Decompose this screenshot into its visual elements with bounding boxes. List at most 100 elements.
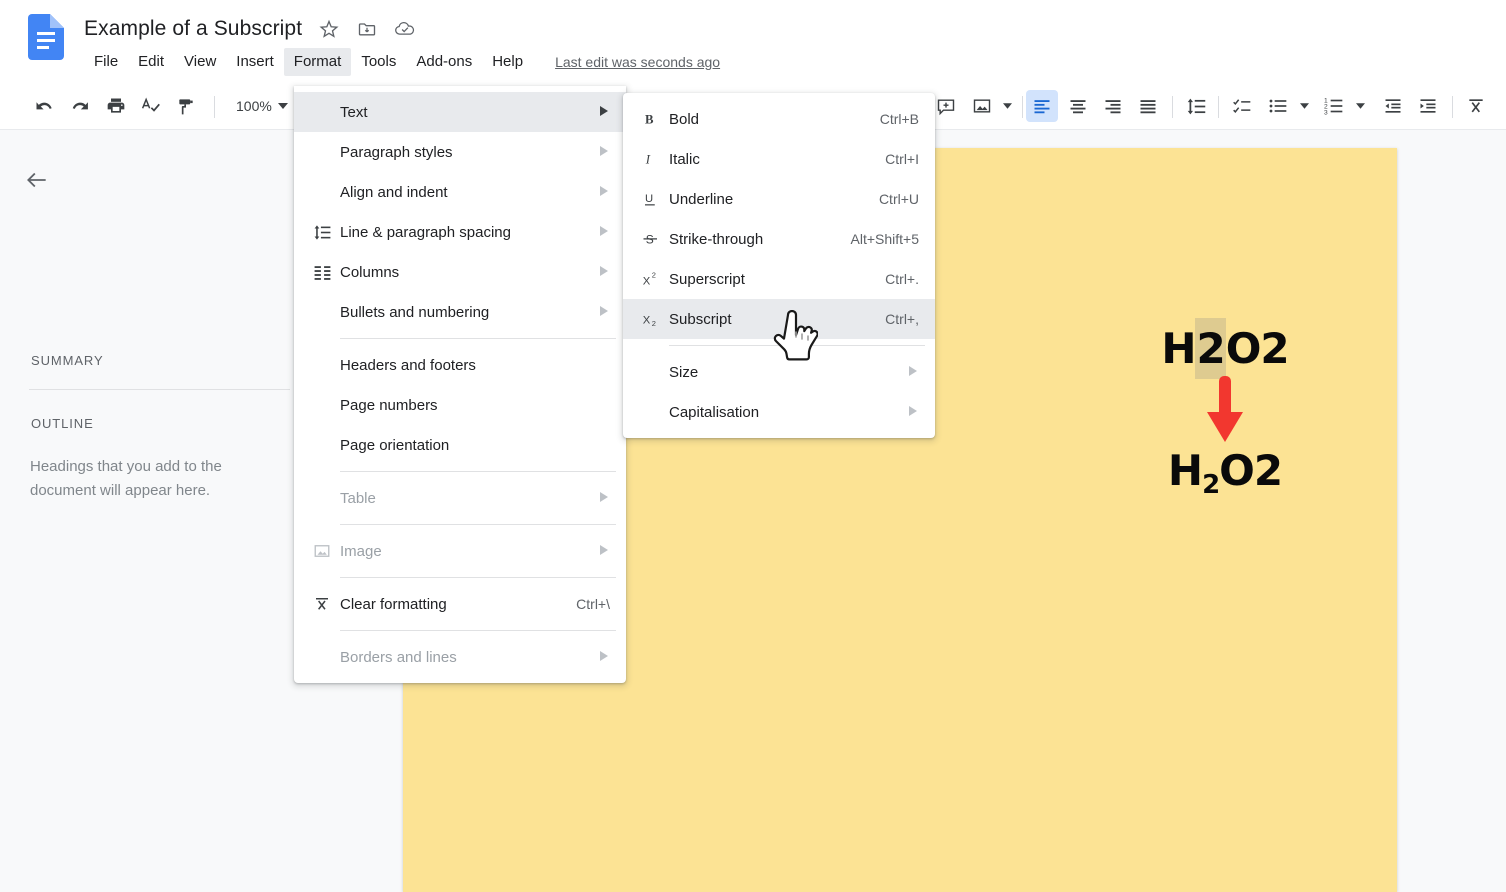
- submenu-arrow-icon: [909, 363, 919, 381]
- chevron-down-icon: [277, 103, 288, 109]
- insert-image-dropdown-icon[interactable]: [998, 90, 1016, 122]
- star-icon[interactable]: [318, 18, 340, 40]
- toolbar-divider-3: [1022, 96, 1023, 118]
- svg-text:X: X: [643, 275, 651, 287]
- menu-tools[interactable]: Tools: [351, 48, 406, 76]
- bulleted-list-icon[interactable]: [1262, 90, 1294, 122]
- text-submenu: B Bold Ctrl+B I Italic Ctrl+I U Underlin…: [623, 93, 935, 438]
- menu-label: Bullets and numbering: [340, 303, 490, 321]
- align-right-icon[interactable]: [1097, 90, 1129, 122]
- insert-image-icon[interactable]: [966, 90, 998, 122]
- format-menu-item-columns[interactable]: Columns: [294, 252, 626, 292]
- menu-help[interactable]: Help: [482, 48, 533, 76]
- text-submenu-item-strike-through[interactable]: S Strike-through Alt+Shift+5: [623, 219, 935, 259]
- text-submenu-item-underline[interactable]: U Underline Ctrl+U: [623, 179, 935, 219]
- last-edit-status[interactable]: Last edit was seconds ago: [555, 54, 720, 70]
- line-spacing-icon[interactable]: [1180, 90, 1212, 122]
- menu-view[interactable]: View: [174, 48, 226, 76]
- formula-after[interactable]: H2O2: [1120, 445, 1330, 511]
- svg-text:3: 3: [1324, 109, 1328, 116]
- menu-format[interactable]: Format: [283, 48, 352, 76]
- checklist-icon[interactable]: [1226, 90, 1258, 122]
- format-menu-item-text[interactable]: Text: [294, 92, 626, 132]
- menu-label: Page numbers: [340, 396, 438, 414]
- menu-label: Clear formatting: [340, 595, 447, 613]
- format-menu-item-page-orientation[interactable]: Page orientation: [294, 425, 626, 465]
- menu-separator: [340, 524, 616, 525]
- format-menu-item-page-numbers[interactable]: Page numbers: [294, 385, 626, 425]
- numbered-list-icon[interactable]: 1 2 3: [1318, 90, 1350, 122]
- format-menu-item-paragraph-styles[interactable]: Paragraph styles: [294, 132, 626, 172]
- align-justify-icon[interactable]: [1132, 90, 1164, 122]
- text-submenu-item-capitalisation[interactable]: Capitalisation: [623, 392, 935, 432]
- formula-before-prefix: H: [1161, 324, 1196, 373]
- clear-formatting-icon: [304, 595, 340, 613]
- spellcheck-icon[interactable]: [134, 90, 166, 122]
- text-submenu-item-italic[interactable]: I Italic Ctrl+I: [623, 139, 935, 179]
- menu-shortcut: Ctrl+I: [885, 151, 919, 167]
- move-to-folder-icon[interactable]: [356, 18, 378, 40]
- format-menu-item-clear-formatting[interactable]: Clear formatting Ctrl+\: [294, 584, 626, 624]
- formula-before-suffix: O2: [1225, 324, 1290, 373]
- menu-label: Headers and footers: [340, 356, 476, 374]
- menu-label: Italic: [669, 150, 700, 168]
- menu-addons[interactable]: Add-ons: [406, 48, 482, 76]
- menu-label: Page orientation: [340, 436, 450, 454]
- text-submenu-item-subscript[interactable]: X 2 Subscript Ctrl+,: [623, 299, 935, 339]
- menu-label: Text: [340, 103, 368, 121]
- undo-icon[interactable]: [28, 90, 60, 122]
- format-menu-item-bullets-and-numbering[interactable]: Bullets and numbering: [294, 292, 626, 332]
- menu-shortcut: Ctrl+.: [885, 271, 919, 287]
- menu-edit[interactable]: Edit: [128, 48, 174, 76]
- menu-separator: [340, 577, 616, 578]
- formula-after-prefix: H: [1167, 446, 1203, 495]
- submenu-arrow-icon: [600, 542, 610, 560]
- menu-shortcut: Ctrl+U: [878, 191, 919, 207]
- menu-separator: [340, 338, 616, 339]
- menu-label: Size: [669, 363, 699, 381]
- page-title[interactable]: Example of a Subscript: [84, 17, 302, 41]
- increase-indent-icon[interactable]: [1412, 90, 1444, 122]
- format-menu-item-headers-and-footers[interactable]: Headers and footers: [294, 345, 626, 385]
- back-arrow-icon[interactable]: [24, 167, 50, 193]
- text-submenu-item-bold[interactable]: B Bold Ctrl+B: [623, 99, 935, 139]
- menu-label: Bold: [669, 110, 700, 128]
- menu-shortcut: Alt+Shift+5: [850, 231, 920, 247]
- formula-after-suffix: O2: [1219, 446, 1283, 495]
- underline-icon: U: [633, 190, 669, 208]
- menu-shortcut: Ctrl+B: [879, 111, 919, 127]
- align-left-icon[interactable]: [1026, 90, 1058, 122]
- text-submenu-item-size[interactable]: Size: [623, 352, 935, 392]
- formula-before[interactable]: H2O2: [1120, 318, 1330, 379]
- toolbar-divider: [214, 96, 215, 118]
- menu-insert[interactable]: Insert: [226, 48, 284, 76]
- paint-format-icon[interactable]: [170, 90, 202, 122]
- zoom-selector[interactable]: 100%: [228, 90, 296, 122]
- docs-file-icon[interactable]: [28, 14, 64, 60]
- menu-label: Image: [340, 542, 382, 560]
- print-icon[interactable]: [100, 90, 132, 122]
- align-center-icon[interactable]: [1062, 90, 1094, 122]
- menu-label: Align and indent: [340, 183, 448, 201]
- menu-shortcut: Ctrl+\: [576, 596, 610, 612]
- submenu-arrow-icon: [600, 143, 610, 161]
- line-spacing-icon: [304, 223, 340, 242]
- decrease-indent-icon[interactable]: [1377, 90, 1409, 122]
- format-menu-item-align-and-indent[interactable]: Align and indent: [294, 172, 626, 212]
- menu-shortcut: Ctrl+,: [885, 311, 919, 327]
- cloud-saved-icon[interactable]: [394, 18, 416, 40]
- clear-formatting-icon[interactable]: [1460, 90, 1492, 122]
- numbered-list-dropdown-icon[interactable]: [1351, 90, 1369, 122]
- menu-file[interactable]: File: [84, 48, 128, 76]
- menu-label: Subscript: [669, 310, 732, 328]
- bulleted-list-dropdown-icon[interactable]: [1295, 90, 1313, 122]
- submenu-arrow-icon: [600, 183, 610, 201]
- columns-icon: [304, 263, 340, 282]
- format-menu-item-line-paragraph-spacing[interactable]: Line & paragraph spacing: [294, 212, 626, 252]
- redo-icon[interactable]: [64, 90, 96, 122]
- submenu-arrow-icon: [600, 489, 610, 507]
- menu-bar: File Edit View Insert Format Tools Add-o…: [84, 48, 720, 76]
- svg-text:B: B: [645, 113, 654, 127]
- text-submenu-item-superscript[interactable]: X 2 Superscript Ctrl+.: [623, 259, 935, 299]
- sidebar-divider: [29, 389, 290, 390]
